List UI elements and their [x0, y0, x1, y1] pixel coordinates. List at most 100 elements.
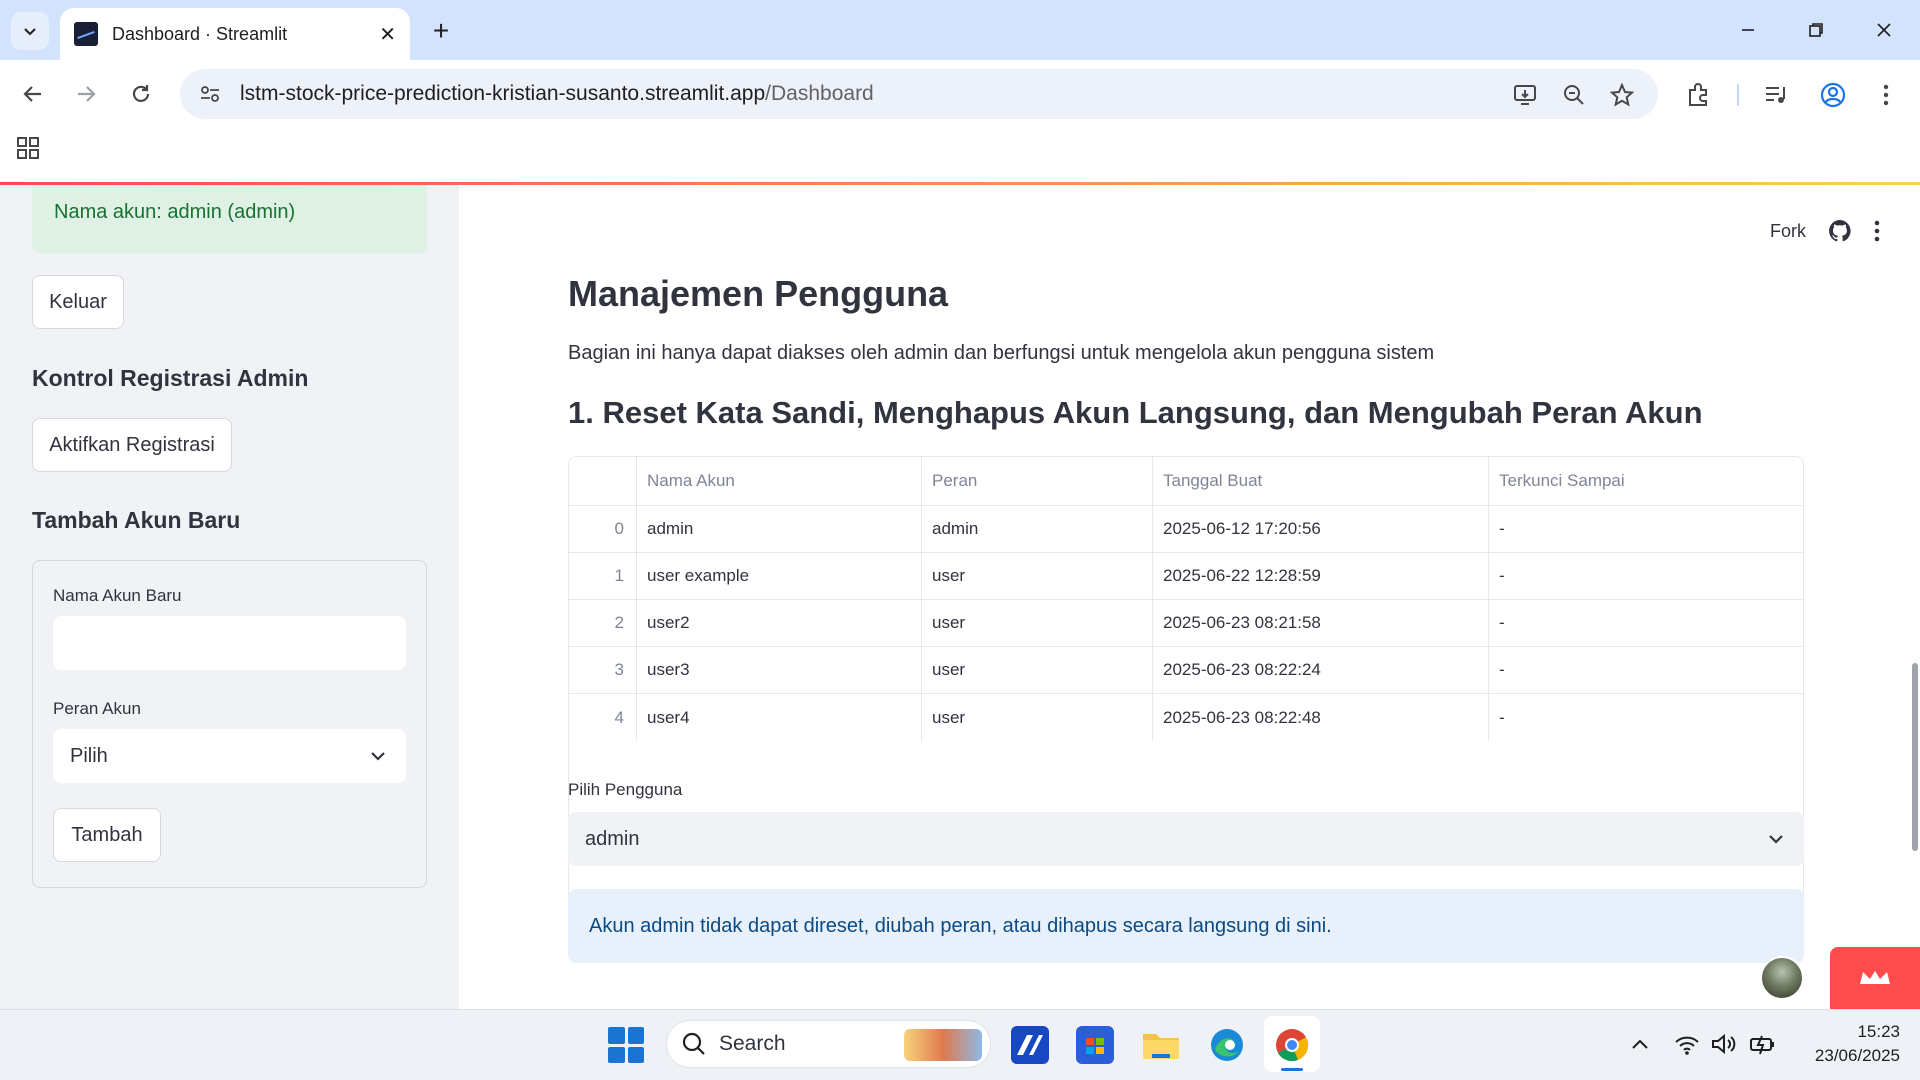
minimize-icon — [1742, 29, 1754, 31]
close-icon[interactable]: ✕ — [379, 22, 396, 47]
restore-icon — [1809, 23, 1823, 37]
search-highlight-image — [904, 1029, 982, 1061]
table-header-cell[interactable]: Tanggal Buat — [1153, 457, 1489, 505]
streamlit-badge[interactable] — [1830, 947, 1920, 1009]
address-bar[interactable]: lstm-stock-price-prediction-kristian-sus… — [180, 69, 1658, 119]
kebab-icon[interactable] — [1874, 220, 1880, 242]
windows-start-icon[interactable] — [608, 1027, 644, 1063]
table-row[interactable]: 4 user4 user 2025-06-23 08:22:48 - — [569, 694, 1803, 741]
fork-button[interactable]: Fork — [1770, 221, 1806, 242]
username-input[interactable] — [53, 616, 406, 670]
install-app-icon[interactable] — [1510, 79, 1542, 111]
account-status-alert: Nama akun: admin (admin) — [32, 185, 427, 253]
logout-button[interactable]: Keluar — [32, 275, 124, 329]
browser-tab[interactable]: Dashboard · Streamlit ✕ — [60, 8, 410, 60]
wifi-icon[interactable] — [1674, 1030, 1700, 1063]
clock-time: 15:23 — [1857, 1022, 1900, 1041]
chevron-down-icon — [24, 28, 36, 36]
table-header-cell[interactable]: Peran — [922, 457, 1153, 505]
toolbar-divider — [1737, 84, 1739, 106]
app-icon-generic[interactable] — [1011, 1026, 1049, 1064]
media-icon[interactable] — [1761, 79, 1793, 111]
edge-icon[interactable] — [1208, 1026, 1246, 1064]
reload-icon — [132, 85, 150, 102]
row-index: 0 — [569, 506, 637, 552]
url-text: lstm-stock-price-prediction-kristian-sus… — [240, 82, 874, 106]
table-cell[interactable]: user example — [637, 553, 922, 599]
table-cell[interactable]: - — [1489, 694, 1803, 741]
bookmarks-bar — [0, 128, 1920, 184]
select-user-label: Pilih Pengguna — [568, 780, 683, 799]
taskbar-search-label: Search — [719, 1032, 786, 1055]
add-account-button[interactable]: Tambah — [53, 808, 161, 862]
zoom-icon[interactable] — [1558, 79, 1590, 111]
page-scrollbar[interactable] — [1912, 663, 1918, 851]
close-window-button[interactable] — [1864, 14, 1904, 46]
table-cell[interactable]: 2025-06-12 17:20:56 — [1153, 506, 1489, 552]
apps-icon[interactable] — [16, 136, 44, 164]
table-cell[interactable]: - — [1489, 647, 1803, 693]
table-header-cell[interactable]: Nama Akun — [637, 457, 922, 505]
table-cell[interactable]: user — [922, 647, 1153, 693]
table-cell[interactable]: user — [922, 553, 1153, 599]
battery-icon[interactable] — [1748, 1030, 1776, 1063]
restore-button[interactable] — [1796, 14, 1836, 46]
row-index: 3 — [569, 647, 637, 693]
table-cell[interactable]: 2025-06-22 12:28:59 — [1153, 553, 1489, 599]
crown-icon — [1860, 971, 1890, 984]
section-title: 1. Reset Kata Sandi, Menghapus Akun Lang… — [568, 395, 1703, 430]
row-index: 1 — [569, 553, 637, 599]
microsoft-store-icon[interactable] — [1076, 1026, 1114, 1064]
role-select[interactable]: Pilih — [53, 729, 406, 783]
chevron-up-icon[interactable] — [1630, 1030, 1650, 1063]
table-cell[interactable]: - — [1489, 600, 1803, 646]
new-account-form: Nama Akun Baru Peran Akun Pilih Tambah — [32, 560, 427, 888]
profile-icon[interactable] — [1817, 79, 1849, 111]
table-cell[interactable]: 2025-06-23 08:22:24 — [1153, 647, 1489, 693]
minimize-button[interactable] — [1728, 14, 1768, 46]
avatar[interactable] — [1760, 956, 1804, 1000]
extensions-icon[interactable] — [1683, 79, 1715, 111]
table-cell[interactable]: - — [1489, 506, 1803, 552]
table-cell[interactable]: user2 — [637, 600, 922, 646]
role-label: Peran Akun — [53, 699, 141, 718]
table-cell[interactable]: - — [1489, 553, 1803, 599]
back-icon — [23, 86, 41, 102]
new-tab-button[interactable]: + — [424, 14, 458, 48]
github-icon[interactable] — [1828, 219, 1852, 243]
table-header-cell[interactable]: Terkunci Sampai — [1489, 457, 1803, 505]
table-row[interactable]: 1 user example user 2025-06-22 12:28:59 … — [569, 553, 1803, 600]
table-row[interactable]: 3 user3 user 2025-06-23 08:22:24 - — [569, 647, 1803, 694]
star-icon[interactable] — [1606, 79, 1638, 111]
volume-icon[interactable] — [1710, 1030, 1736, 1063]
table-cell[interactable]: 2025-06-23 08:21:58 — [1153, 600, 1489, 646]
menu-icon[interactable] — [1870, 79, 1902, 111]
table-row[interactable]: 0 admin admin 2025-06-12 17:20:56 - — [569, 506, 1803, 553]
taskbar-search[interactable]: Search — [666, 1020, 991, 1068]
enable-registration-button[interactable]: Aktifkan Registrasi — [32, 418, 232, 472]
page-description: Bagian ini hanya dapat diakses oleh admi… — [568, 342, 1435, 364]
table-cell[interactable]: admin — [637, 506, 922, 552]
table-cell[interactable]: admin — [922, 506, 1153, 552]
site-settings-icon[interactable] — [194, 78, 226, 110]
table-cell[interactable]: user — [922, 694, 1153, 741]
file-explorer-icon[interactable] — [1142, 1026, 1180, 1064]
table-cell[interactable]: user4 — [637, 694, 922, 741]
info-alert: Akun admin tidak dapat direset, diubah p… — [568, 889, 1804, 963]
select-user-dropdown[interactable]: admin — [568, 812, 1804, 866]
table-row[interactable]: 2 user2 user 2025-06-23 08:21:58 - — [569, 600, 1803, 647]
streamlit-favicon-icon — [74, 22, 98, 46]
taskbar-clock[interactable]: 15:23 23/06/2025 — [1815, 1020, 1900, 1068]
table-cell[interactable]: user3 — [637, 647, 922, 693]
registration-heading: Kontrol Registrasi Admin — [32, 365, 309, 391]
chrome-icon[interactable] — [1273, 1026, 1311, 1064]
page-title: Manajemen Pengguna — [568, 273, 949, 314]
table-header-row: Nama Akun Peran Tanggal Buat Terkunci Sa… — [569, 457, 1803, 506]
table-cell[interactable]: 2025-06-23 08:22:48 — [1153, 694, 1489, 741]
back-button[interactable] — [15, 76, 51, 112]
table-cell[interactable]: user — [922, 600, 1153, 646]
reload-button[interactable] — [123, 76, 159, 112]
sidebar: Nama akun: admin (admin) Keluar Kontrol … — [0, 185, 459, 1009]
tab-search-button[interactable] — [11, 12, 49, 50]
forward-button[interactable] — [68, 76, 104, 112]
